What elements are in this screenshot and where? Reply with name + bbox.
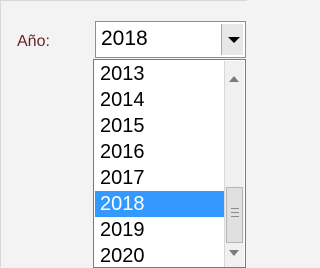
chevron-down-icon[interactable] bbox=[229, 250, 239, 256]
list-item-2020[interactable]: 2020 bbox=[95, 243, 224, 267]
chevron-down-icon bbox=[228, 37, 240, 43]
year-dropdown-list: 2013 2014 2015 2016 2017 2018 2019 2020 bbox=[93, 59, 246, 268]
year-combobox[interactable]: 2018 bbox=[95, 21, 246, 58]
list-item-2019[interactable]: 2019 bbox=[95, 217, 224, 243]
scroll-thumb[interactable] bbox=[226, 187, 243, 243]
vertical-scrollbar[interactable] bbox=[224, 61, 244, 267]
year-options: 2013 2014 2015 2016 2017 2018 2019 2020 bbox=[95, 61, 224, 267]
year-selector-panel: Año: 2018 2013 2014 2015 2016 2017 2018 … bbox=[0, 0, 247, 268]
year-label: Año: bbox=[17, 33, 50, 50]
year-dropdown-button[interactable] bbox=[221, 24, 243, 55]
list-item-2016[interactable]: 2016 bbox=[95, 139, 224, 165]
list-item-2013[interactable]: 2013 bbox=[95, 61, 224, 87]
chevron-up-icon[interactable] bbox=[229, 76, 239, 82]
grip-icon bbox=[231, 208, 239, 217]
year-selected-value: 2018 bbox=[101, 27, 148, 50]
list-item-2018[interactable]: 2018 bbox=[95, 191, 224, 217]
list-item-2017[interactable]: 2017 bbox=[95, 165, 224, 191]
list-item-2014[interactable]: 2014 bbox=[95, 87, 224, 113]
list-item-2015[interactable]: 2015 bbox=[95, 113, 224, 139]
